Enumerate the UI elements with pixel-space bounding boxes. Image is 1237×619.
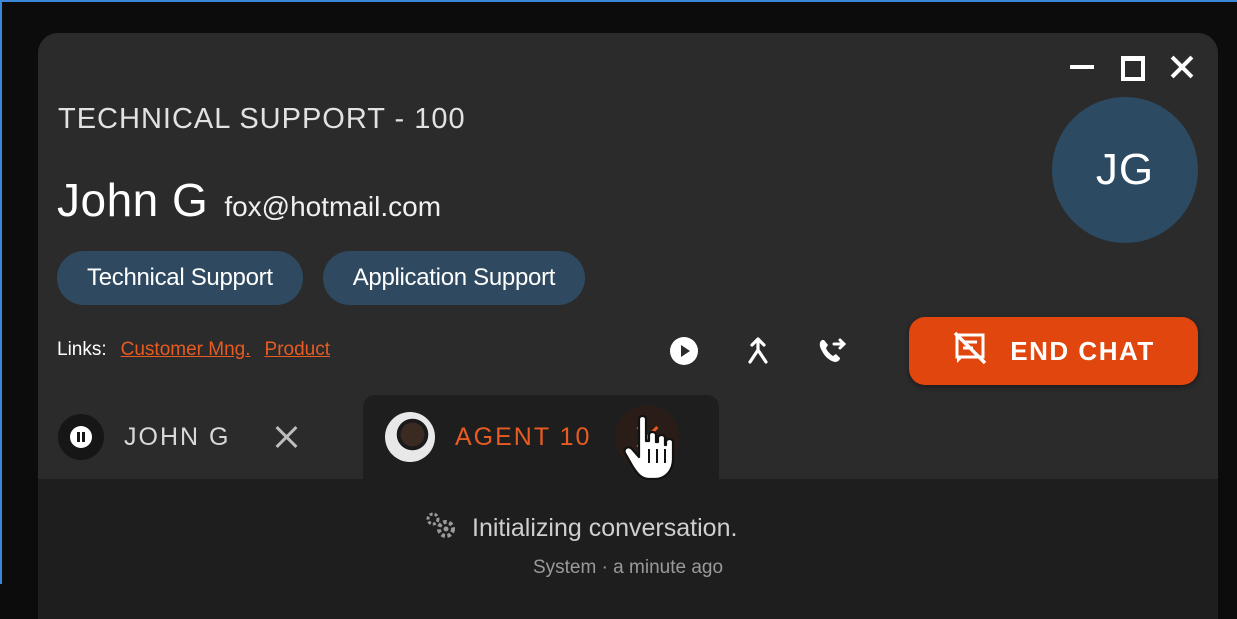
conversation-area: Initializing conversation. System · a mi… [38, 479, 1218, 619]
hand-cursor-icon [623, 414, 675, 486]
tab-label: AGENT 10 [455, 422, 592, 451]
app-frame: TECHNICAL SUPPORT - 100 John G fox@hotma… [0, 0, 1237, 619]
minimize-icon[interactable] [1068, 53, 1096, 81]
end-chat-icon [952, 331, 988, 372]
link-customer-mng[interactable]: Customer Mng. [121, 339, 251, 361]
avatar: JG [1052, 97, 1198, 243]
links-row: Links: Customer Mng. Product [57, 339, 330, 361]
pause-icon[interactable] [58, 414, 104, 460]
contact-name: John G [57, 174, 209, 226]
tab-john-g[interactable]: JOHN G [58, 395, 298, 479]
call-transfer-icon[interactable] [814, 333, 850, 369]
tab-close-icon[interactable] [274, 425, 298, 449]
end-chat-button[interactable]: END CHAT [909, 317, 1198, 385]
message-meta: System · a minute ago [532, 557, 724, 578]
link-product[interactable]: Product [265, 339, 330, 361]
tag-application-support: Application Support [322, 251, 586, 305]
links-label: Links: [57, 339, 107, 360]
tag-list: Technical Support Application Support [57, 251, 586, 305]
maximize-icon[interactable] [1118, 53, 1146, 81]
queue-title: TECHNICAL SUPPORT - 100 [58, 103, 466, 135]
merge-icon[interactable] [740, 333, 776, 369]
system-message: Initializing conversation. [422, 509, 737, 548]
play-icon[interactable] [666, 333, 702, 369]
end-chat-label: END CHAT [1010, 335, 1155, 366]
gears-icon [422, 509, 458, 548]
window-controls [1068, 53, 1196, 81]
tag-technical-support: Technical Support [57, 251, 303, 305]
close-icon[interactable] [1168, 53, 1196, 81]
contact-email: fox@hotmail.com [224, 191, 442, 222]
system-message-text: Initializing conversation. [472, 514, 738, 542]
tab-label: JOHN G [124, 422, 231, 451]
action-icons [666, 333, 850, 369]
contact-info: John G fox@hotmail.com [57, 173, 441, 227]
chat-panel: TECHNICAL SUPPORT - 100 John G fox@hotma… [38, 33, 1218, 619]
agent-avatar [385, 412, 435, 462]
